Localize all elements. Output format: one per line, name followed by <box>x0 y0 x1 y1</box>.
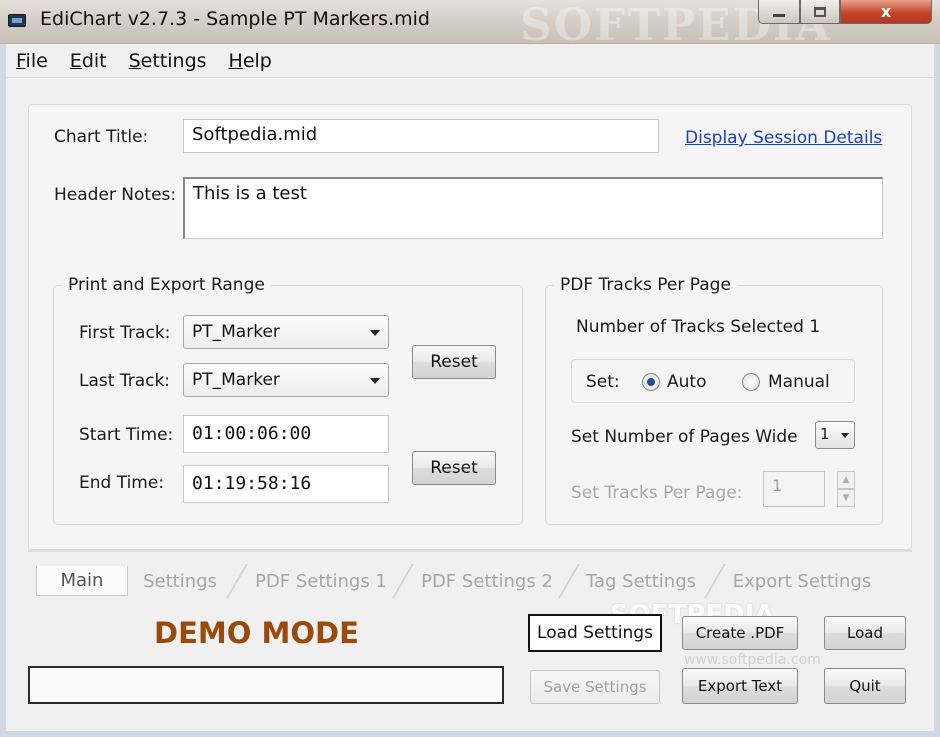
demo-mode-text: DEMO MODE <box>154 616 359 650</box>
app-icon <box>8 14 26 27</box>
menu-bar: File Edit Settings Help <box>6 44 934 78</box>
menu-settings-accel: S <box>128 49 141 72</box>
save-settings-button[interactable]: Save Settings <box>530 670 660 704</box>
print-export-range-legend: Print and Export Range <box>68 275 265 295</box>
chevron-down-icon <box>370 378 380 384</box>
tab-pdf-settings-1[interactable]: PDF Settings 1 <box>246 566 396 596</box>
menu-edit-rest: dit <box>81 49 107 72</box>
last-track-select[interactable]: PT_Marker <box>183 363 389 397</box>
auto-radio[interactable] <box>642 373 660 391</box>
start-time-label: Start Time: <box>79 425 174 445</box>
minimize-icon <box>773 14 785 17</box>
tabs-baseline <box>28 550 912 552</box>
auto-label: Auto <box>667 372 707 392</box>
set-label: Set: <box>586 372 620 392</box>
watermark-url: www.softpedia.com <box>684 652 821 668</box>
first-track-label: First Track: <box>79 323 171 343</box>
menu-settings[interactable]: Settings <box>129 50 207 72</box>
load-settings-button[interactable]: Load Settings <box>528 614 662 652</box>
menu-help-accel: H <box>228 49 243 72</box>
spin-up-button[interactable]: ▲ <box>837 471 855 489</box>
tab-separator <box>226 564 248 598</box>
spin-down-button[interactable]: ▼ <box>837 489 855 507</box>
status-bar <box>28 666 504 704</box>
end-time-label: End Time: <box>79 473 165 493</box>
reset-times-button[interactable]: Reset <box>412 451 496 485</box>
menu-settings-rest: ettings <box>140 49 207 72</box>
menu-help-rest: elp <box>242 49 272 72</box>
minimize-button[interactable] <box>758 0 800 24</box>
first-track-select[interactable]: PT_Marker <box>183 315 389 349</box>
menu-file-rest: ile <box>25 49 48 72</box>
reset-tracks-button[interactable]: Reset <box>412 345 496 379</box>
chevron-down-icon <box>370 330 380 336</box>
last-track-value: PT_Marker <box>192 370 280 390</box>
export-text-button[interactable]: Export Text <box>682 668 798 704</box>
last-track-label: Last Track: <box>79 371 171 391</box>
load-button[interactable]: Load <box>824 616 906 650</box>
menu-edit-accel: E <box>69 49 82 72</box>
header-notes-input[interactable]: This is a test <box>183 177 883 239</box>
client-area: Chart Title: Softpedia.mid Display Sessi… <box>6 78 934 731</box>
end-time-input[interactable]: 01:19:58:16 <box>183 465 389 503</box>
tab-main[interactable]: Main <box>36 566 128 596</box>
first-track-value: PT_Marker <box>192 322 280 342</box>
maximize-button[interactable] <box>800 0 840 24</box>
quit-button[interactable]: Quit <box>824 668 906 704</box>
manual-label: Manual <box>768 372 830 392</box>
menu-file-accel: F <box>16 49 26 72</box>
display-session-details-link[interactable]: Display Session Details <box>685 128 882 148</box>
header-notes-label: Header Notes: <box>54 185 177 205</box>
tab-settings[interactable]: Settings <box>134 566 226 596</box>
create-pdf-button[interactable]: Create .PDF <box>682 616 798 650</box>
manual-radio[interactable] <box>742 373 760 391</box>
menu-file[interactable]: File <box>16 50 48 72</box>
maximize-icon <box>814 6 826 17</box>
tracks-per-page-label: Set Tracks Per Page: <box>571 483 743 503</box>
chart-title-input[interactable]: Softpedia.mid <box>183 119 659 153</box>
title-bar: EdiChart v2.7.3 - Sample PT Markers.mid … <box>0 0 940 51</box>
window-title: EdiChart v2.7.3 - Sample PT Markers.mid <box>40 8 430 30</box>
menu-edit[interactable]: Edit <box>70 50 107 72</box>
pages-wide-label: Set Number of Pages Wide <box>571 427 798 447</box>
chart-title-label: Chart Title: <box>54 127 149 147</box>
tab-tag-settings[interactable]: Tag Settings <box>576 566 706 596</box>
tracks-per-page-input[interactable]: 1 <box>763 471 825 507</box>
close-button[interactable]: x <box>840 0 932 24</box>
pages-wide-value: 1 <box>820 425 830 443</box>
arrow-down-icon: ▼ <box>842 493 850 503</box>
start-time-input[interactable]: 01:00:06:00 <box>183 415 389 453</box>
close-icon: x <box>880 2 892 21</box>
main-tab-panel: Chart Title: Softpedia.mid Display Sessi… <box>28 104 912 550</box>
menu-help[interactable]: Help <box>229 50 272 72</box>
tab-pdf-settings-2[interactable]: PDF Settings 2 <box>412 566 562 596</box>
arrow-up-icon: ▲ <box>842 475 850 485</box>
set-mode-box: Set: Auto Manual <box>571 359 855 403</box>
pages-wide-select[interactable]: 1 <box>815 421 855 449</box>
chevron-down-icon <box>841 433 849 438</box>
tab-export-settings[interactable]: Export Settings <box>722 566 882 596</box>
